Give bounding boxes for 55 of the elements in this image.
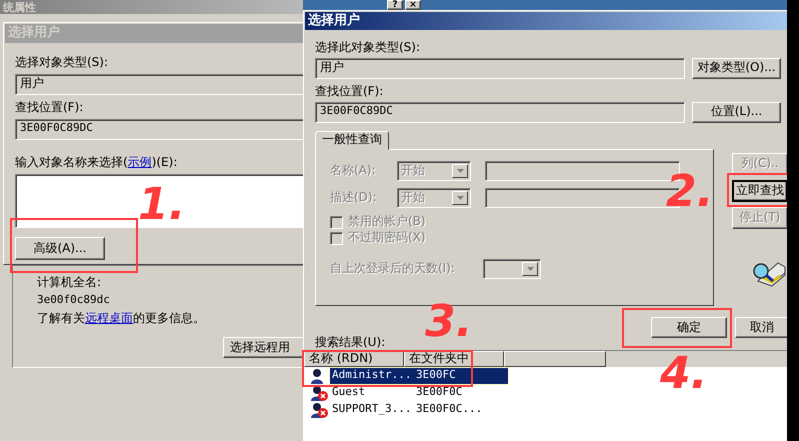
- object-type-field: 用户: [15, 74, 303, 95]
- field-label: 自上次登录后的天数(I):: [330, 262, 456, 276]
- select-remote-users-button[interactable]: 选择远程用: [223, 337, 303, 358]
- field-label: 搜索结果(U):: [315, 336, 386, 350]
- tab[interactable]: 一般性查询: [315, 130, 389, 150]
- annotation-box: [727, 173, 787, 207]
- table-cell-text: 3E00F0C: [415, 386, 464, 399]
- table-cell-text: 3E00FC: [415, 369, 457, 382]
- field-label: 描述(D):: [330, 191, 378, 206]
- advanced-button[interactable]: 高级(A)...: [15, 237, 105, 260]
- field-label: 名称(A):: [330, 164, 377, 178]
- annotation-number: 4.: [660, 352, 708, 396]
- dropdown-value: 开始: [400, 189, 426, 206]
- table-cell-text: 3E00F0C...: [415, 403, 484, 416]
- annotation-number: 2.: [666, 170, 714, 214]
- field-label: 选择此对象类型(S):: [315, 41, 422, 55]
- field-label: 查找位置(F):: [315, 84, 384, 99]
- field-label: 输入对象名称来选择(示例)(E):: [15, 156, 178, 170]
- annotation-number: 3.: [425, 300, 472, 344]
- window-title: 统属性: [2, 0, 36, 14]
- location-field: 3E00F0C89DC: [315, 102, 685, 123]
- table-cell-text: SUPPORT_3...: [331, 403, 412, 416]
- column-header[interactable]: 在文件夹中: [404, 351, 504, 368]
- info-text: 了解有关远程桌面的更多信息。: [37, 312, 205, 326]
- field-label: 选择对象类型(S):: [15, 56, 110, 70]
- dropdown-arrow-icon: [456, 169, 464, 174]
- object-type-field: 用户: [315, 58, 685, 79]
- result-row[interactable]: Guest 3E00F0C: [330, 384, 508, 401]
- dropdown-value: 开始: [400, 162, 426, 180]
- side-button[interactable]: 立即查找: [732, 180, 787, 202]
- ok-button[interactable]: 确定: [651, 317, 727, 338]
- cancel-button[interactable]: 取消: [735, 317, 787, 338]
- checkbox-label: 禁用的帐户(B): [348, 215, 426, 230]
- table-cell-text: Guest: [331, 386, 366, 399]
- link[interactable]: 远程桌面: [85, 311, 133, 326]
- result-row[interactable]: Administr... 3E00FC: [330, 368, 508, 384]
- location-field: 3E00F0C89DC: [15, 118, 303, 140]
- dropdown-arrow-icon: [456, 196, 464, 200]
- column-header[interactable]: [504, 351, 606, 368]
- locations-button[interactable]: 位置(L)...: [692, 102, 781, 123]
- close-button[interactable]: ×: [405, 0, 421, 10]
- column-header[interactable]: 名称 (RDN): [304, 351, 404, 368]
- checkbox-label: 不过期密码(X): [348, 231, 426, 245]
- field-label: 计算机全名:: [37, 276, 102, 290]
- dropdown-arrow-icon: [526, 266, 534, 271]
- link[interactable]: 示例: [128, 154, 152, 169]
- help-button[interactable]: ?: [387, 0, 403, 10]
- field-label: 查找位置(F):: [15, 100, 84, 115]
- result-row[interactable]: SUPPORT_3... 3E00F0C...: [330, 402, 508, 418]
- object-types-button[interactable]: 对象类型(O)...: [692, 58, 781, 79]
- annotation-number: 1.: [138, 183, 186, 227]
- dialog-title: 选择用户: [307, 14, 360, 28]
- computer-name: 3e00f0c89dc: [37, 294, 110, 306]
- table-cell-text: Administr...: [331, 369, 412, 382]
- names-input[interactable]: [15, 174, 303, 228]
